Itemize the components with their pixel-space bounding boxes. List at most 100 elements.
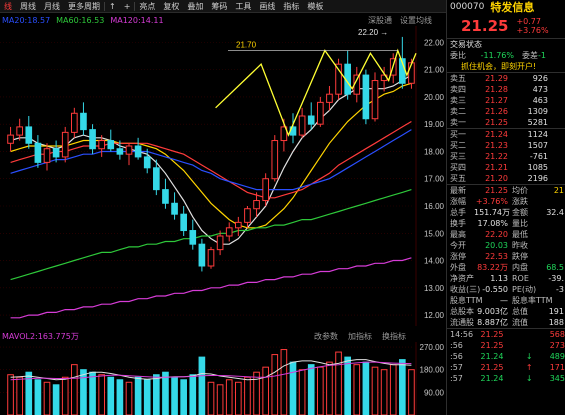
y-tick-label: 20.00 bbox=[424, 93, 445, 102]
tab-weekly[interactable]: 周线 bbox=[16, 0, 40, 12]
volume-bar bbox=[189, 374, 197, 415]
open-account-banner[interactable]: 抓住机会，即刻开户! bbox=[447, 61, 565, 72]
candle-body bbox=[80, 112, 87, 131]
bid-book: 买一 21.24 1124 买二 21.23 1507 买三 21.22 -761 买四 21.21… bbox=[447, 129, 565, 184]
stat-row: 股息TTM — 股息率TTM bbox=[447, 295, 565, 306]
stat-value: 21 bbox=[553, 186, 564, 195]
stat-label: 今开 bbox=[450, 241, 466, 250]
cursor-tool-icon[interactable]: ↑ bbox=[105, 0, 120, 12]
template-button[interactable]: 模板 bbox=[303, 0, 327, 12]
crosshair-tool-icon[interactable]: + bbox=[120, 0, 135, 12]
candle-body bbox=[180, 213, 187, 232]
tick-price: 21.25 bbox=[480, 363, 504, 372]
y-tick-label: 22.00 bbox=[424, 38, 445, 47]
chips-button[interactable]: 筹码 bbox=[207, 0, 231, 12]
highlight-button[interactable]: 亮点 bbox=[135, 0, 159, 12]
candle-body bbox=[216, 235, 224, 251]
volume-bar bbox=[326, 361, 333, 415]
add-indicator-button[interactable]: 加指标 bbox=[348, 331, 372, 342]
set-ma-button[interactable]: 设置均线 bbox=[400, 15, 432, 26]
tick-volume: 345 bbox=[549, 374, 565, 383]
volume-bar bbox=[289, 361, 297, 415]
stat-value: 22.20 bbox=[485, 230, 508, 239]
current-price: 21.25 bbox=[461, 17, 509, 35]
tab-monthly[interactable]: 月线 bbox=[40, 0, 64, 12]
stat-label: 最新 bbox=[450, 186, 466, 195]
candle-body bbox=[307, 115, 315, 125]
bid-volume: 2196 bbox=[527, 174, 548, 183]
tab-daily[interactable]: 线 bbox=[0, 0, 16, 12]
ask-label: 卖二 bbox=[450, 107, 466, 116]
candle-body bbox=[153, 167, 160, 191]
stat-label: 股息TTM bbox=[450, 296, 483, 305]
ask-price: 21.26 bbox=[485, 107, 508, 116]
bid-price: 21.22 bbox=[485, 152, 508, 161]
bid-label: 买一 bbox=[450, 130, 466, 139]
tick-row: :56 21.24 ↓ 489 bbox=[447, 351, 565, 362]
stat-row: 换手 17.08% 量比 bbox=[447, 218, 565, 229]
candle-body bbox=[43, 148, 51, 163]
candlestick-chart[interactable]: 22.00 21.00 20.00 19.00 18.00 17.00 16.00 15.00… bbox=[0, 26, 446, 326]
bid-row: 买三 21.22 -761 bbox=[447, 151, 565, 162]
volume-bar bbox=[307, 364, 315, 415]
stat-value: 17.08% bbox=[477, 219, 508, 228]
volume-bar bbox=[198, 356, 206, 415]
stat-row: 外盘 83.22万 内盘 68.5 bbox=[447, 262, 565, 273]
ask-book: 卖五 21.29 926 卖四 21.28 473 卖三 21.27 463 卖二 21.26 130… bbox=[447, 73, 565, 128]
stat-label: 昨收 bbox=[512, 241, 528, 250]
candle-body bbox=[198, 243, 206, 267]
volume-bar bbox=[235, 381, 242, 415]
weibi-label: 委比 bbox=[450, 51, 466, 60]
volume-bar bbox=[225, 379, 233, 415]
volume-bar bbox=[371, 366, 379, 415]
vol-ma-line-ma2 bbox=[10, 361, 412, 381]
volume-bar bbox=[162, 371, 169, 415]
tab-more-periods[interactable]: 更多周期 bbox=[64, 0, 104, 12]
candle-body bbox=[116, 148, 124, 155]
y-tick-label: 19.00 bbox=[424, 120, 445, 129]
volume-chart[interactable]: 270.00 180.00 90.00 bbox=[0, 342, 446, 415]
candle-body bbox=[171, 202, 178, 215]
stat-value: -3 bbox=[556, 285, 564, 294]
draw-button[interactable]: 画线 bbox=[255, 0, 279, 12]
y-tick-label: 13.00 bbox=[424, 284, 445, 293]
candle-body bbox=[34, 142, 42, 163]
vol-tick-label: 180.00 bbox=[420, 366, 445, 375]
deep-link-button[interactable]: 深股通 bbox=[368, 15, 392, 26]
stat-label: 收益(三) bbox=[450, 285, 481, 294]
overlay-button[interactable]: 叠加 bbox=[183, 0, 207, 12]
ask-row: 卖五 21.29 926 bbox=[447, 73, 565, 84]
volume-bar bbox=[153, 374, 160, 415]
replace-indicator-button[interactable]: 换指标 bbox=[382, 331, 406, 342]
tick-row: 14:56 21.25 568 bbox=[447, 329, 565, 340]
volume-bar bbox=[207, 381, 215, 415]
tools-button[interactable]: 工具 bbox=[231, 0, 255, 12]
tick-arrow-icon: ↓ bbox=[525, 352, 533, 361]
fq-button[interactable]: 复权 bbox=[159, 0, 183, 12]
ask-price: 21.27 bbox=[485, 96, 508, 105]
tick-row: :57 21.25 ↑ 171 bbox=[447, 362, 565, 373]
annotation-max: 22.20 → bbox=[358, 28, 388, 37]
tick-row: :56 21.25 273 bbox=[447, 340, 565, 351]
drawn-pattern-line[interactable] bbox=[215, 48, 417, 137]
y-tick-label: 21.00 bbox=[424, 66, 445, 75]
mavol-label: MAVOL2:163.775万 bbox=[2, 331, 79, 341]
indicator-button[interactable]: 指标 bbox=[279, 0, 303, 12]
change-params-button[interactable]: 改参数 bbox=[314, 331, 338, 342]
vol-tick-label: 90.00 bbox=[424, 388, 445, 397]
ma-line-ma30 bbox=[10, 129, 412, 191]
ask-volume: 473 bbox=[532, 85, 548, 94]
change-percent: +3.76% bbox=[516, 26, 549, 35]
change-block: +0.77 +3.76% bbox=[516, 17, 548, 35]
candle-body bbox=[162, 189, 169, 204]
candle-body bbox=[52, 148, 60, 158]
ma20-label: MA20:18.57 bbox=[2, 15, 51, 25]
y-tick-label: 15.00 bbox=[424, 229, 445, 238]
candle-body bbox=[244, 208, 251, 223]
stat-value: +3.76% bbox=[475, 197, 508, 206]
ma-line-ma20 bbox=[10, 120, 412, 199]
volume-bar bbox=[244, 376, 251, 415]
y-tick-label: 17.00 bbox=[424, 175, 445, 184]
volume-bar bbox=[134, 376, 142, 415]
tick-price: 21.25 bbox=[480, 341, 504, 350]
